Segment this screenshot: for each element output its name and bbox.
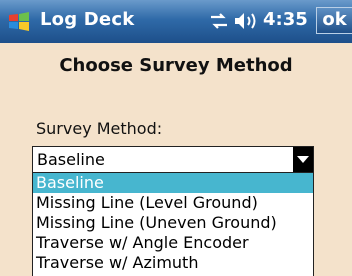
dropdown-option[interactable]: Traverse w/ Azimuth — [33, 253, 313, 273]
select-current-value: Baseline — [37, 150, 105, 169]
main-content: Choose Survey Method Survey Method: Base… — [0, 43, 352, 276]
windows-start-icon[interactable] — [8, 11, 30, 33]
connectivity-icon[interactable] — [209, 12, 229, 30]
page-title: Choose Survey Method — [59, 55, 293, 76]
title-bar: Log Deck 4:35 ok — [0, 0, 352, 43]
chevron-down-icon[interactable] — [293, 147, 313, 172]
dropdown-option[interactable]: Baseline — [33, 173, 313, 193]
volume-icon[interactable] — [234, 11, 260, 31]
dropdown-option[interactable]: Missing Line (Level Ground) — [33, 193, 313, 213]
survey-method-select[interactable]: Baseline — [32, 146, 314, 173]
dropdown-option[interactable]: Missing Line (Uneven Ground) — [33, 213, 313, 233]
ok-button[interactable]: ok — [316, 7, 352, 34]
app-title: Log Deck — [40, 9, 135, 30]
survey-method-label: Survey Method: — [36, 119, 163, 138]
dropdown-option[interactable]: Traverse w/ Angle Encoder — [33, 233, 313, 253]
clock[interactable]: 4:35 — [263, 9, 308, 30]
survey-method-dropdown-list: Baseline Missing Line (Level Ground) Mis… — [32, 173, 314, 276]
